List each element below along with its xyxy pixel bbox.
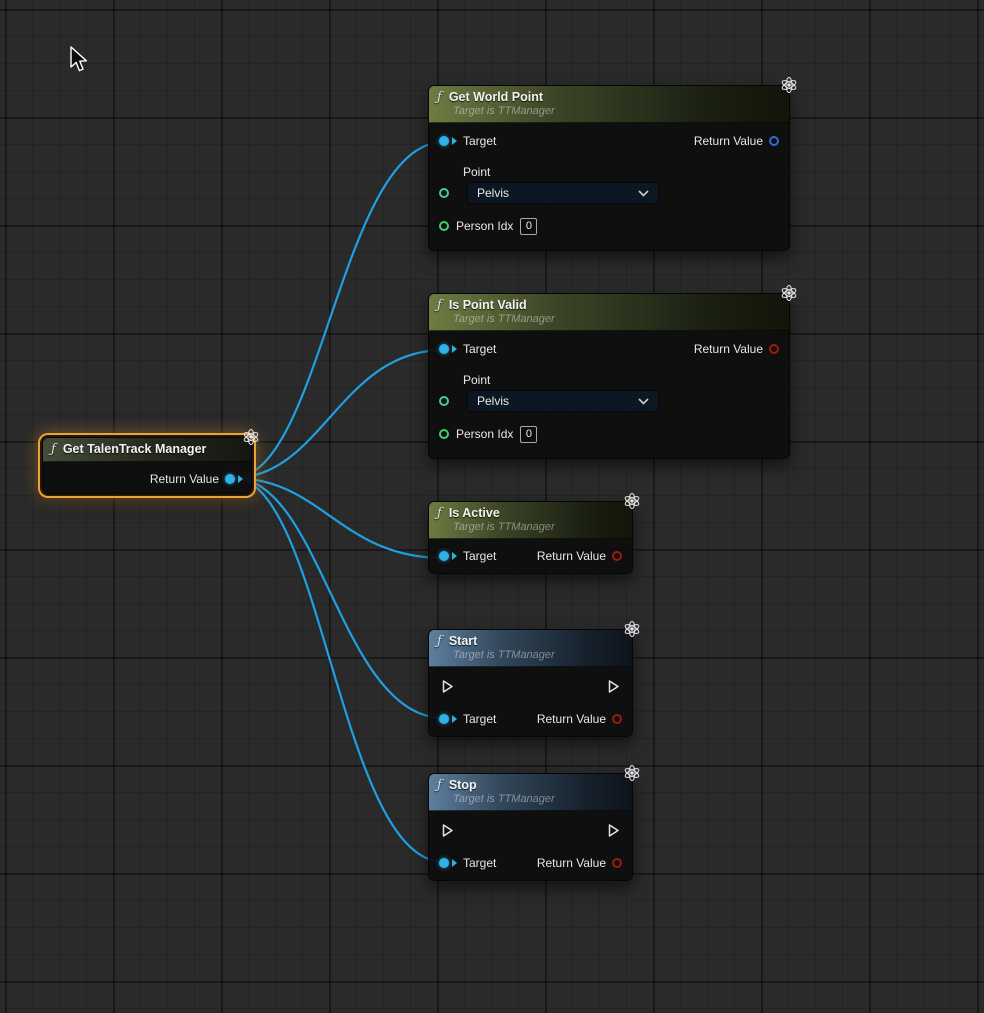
target-label: Target — [463, 856, 496, 870]
atom-icon — [623, 764, 641, 782]
node-subtitle: Target is TTManager — [453, 649, 622, 661]
person-idx-pin[interactable] — [439, 429, 449, 439]
node-header[interactable]: ƒ Is Point Valid Target is TTManager — [429, 294, 789, 331]
return-value-label: Return Value — [537, 856, 606, 870]
return-value-pin[interactable] — [225, 474, 235, 484]
node-title: Is Active — [449, 506, 500, 520]
wire-to-get-world-point[interactable] — [233, 142, 444, 478]
point-pin[interactable] — [439, 188, 449, 198]
target-pin[interactable] — [439, 344, 449, 354]
node-title: Get World Point — [449, 90, 543, 104]
node-subtitle: Target is TTManager — [453, 521, 622, 533]
node-is-point-valid[interactable]: ƒ Is Point Valid Target is TTManager Tar… — [428, 293, 790, 459]
atom-icon — [242, 428, 260, 446]
atom-icon — [623, 492, 641, 510]
target-pin[interactable] — [439, 858, 449, 868]
point-label: Point — [463, 373, 789, 387]
pin-wedge-icon — [452, 715, 457, 723]
return-value-pin[interactable] — [769, 136, 779, 146]
person-idx-label: Person Idx — [456, 427, 513, 441]
pin-wedge-icon — [452, 345, 457, 353]
chevron-down-icon — [638, 190, 649, 197]
person-idx-pin[interactable] — [439, 221, 449, 231]
pin-wedge-icon — [452, 859, 457, 867]
point-dropdown[interactable]: Pelvis — [467, 390, 659, 412]
mouse-cursor — [68, 45, 90, 75]
target-label: Target — [463, 712, 496, 726]
wire-to-stop[interactable] — [233, 478, 444, 862]
node-header[interactable]: ƒ Get TalenTrack Manager — [43, 438, 251, 462]
pin-wedge-icon — [452, 137, 457, 145]
function-icon: ƒ — [437, 507, 442, 520]
node-title: Get TalenTrack Manager — [63, 442, 207, 456]
wire-to-start[interactable] — [233, 478, 444, 718]
node-stop[interactable]: ƒ Stop Target is TTManager Target Return… — [428, 773, 633, 881]
node-title: Is Point Valid — [449, 298, 527, 312]
exec-in-pin[interactable] — [441, 679, 454, 694]
atom-icon — [780, 76, 798, 94]
pin-wedge-icon — [452, 552, 457, 560]
node-title: Stop — [449, 778, 477, 792]
person-idx-input[interactable]: 0 — [520, 218, 537, 235]
node-title: Start — [449, 634, 477, 648]
node-get-world-point[interactable]: ƒ Get World Point Target is TTManager Ta… — [428, 85, 790, 251]
return-value-label: Return Value — [150, 472, 219, 486]
exec-in-pin[interactable] — [441, 823, 454, 838]
node-header[interactable]: ƒ Is Active Target is TTManager — [429, 502, 632, 539]
target-pin[interactable] — [439, 136, 449, 146]
node-header[interactable]: ƒ Stop Target is TTManager — [429, 774, 632, 811]
return-value-label: Return Value — [694, 134, 763, 148]
node-get-talentrack-manager[interactable]: ƒ Get TalenTrack Manager Return Value — [42, 437, 252, 494]
pin-wedge-icon — [238, 475, 243, 483]
atom-icon — [623, 620, 641, 638]
node-header[interactable]: ƒ Start Target is TTManager — [429, 630, 632, 667]
target-label: Target — [463, 549, 496, 563]
person-idx-input[interactable]: 0 — [520, 426, 537, 443]
return-value-label: Return Value — [694, 342, 763, 356]
node-subtitle: Target is TTManager — [453, 313, 779, 325]
point-label: Point — [463, 165, 789, 179]
target-pin[interactable] — [439, 551, 449, 561]
node-is-active[interactable]: ƒ Is Active Target is TTManager Target R… — [428, 501, 633, 574]
exec-out-pin[interactable] — [607, 823, 620, 838]
target-label: Target — [463, 134, 496, 148]
person-idx-label: Person Idx — [456, 219, 513, 233]
function-icon: ƒ — [51, 443, 56, 456]
function-icon: ƒ — [437, 299, 442, 312]
return-value-pin[interactable] — [769, 344, 779, 354]
point-pin[interactable] — [439, 396, 449, 406]
return-value-pin[interactable] — [612, 714, 622, 724]
return-value-pin[interactable] — [612, 551, 622, 561]
wire-to-is-point-valid[interactable] — [233, 350, 444, 478]
point-dropdown-value: Pelvis — [477, 394, 509, 408]
chevron-down-icon — [638, 398, 649, 405]
node-header[interactable]: ƒ Get World Point Target is TTManager — [429, 86, 789, 123]
function-icon: ƒ — [437, 779, 442, 792]
point-dropdown[interactable]: Pelvis — [467, 182, 659, 204]
function-icon: ƒ — [437, 91, 442, 104]
return-value-pin[interactable] — [612, 858, 622, 868]
target-label: Target — [463, 342, 496, 356]
node-subtitle: Target is TTManager — [453, 105, 779, 117]
return-value-label: Return Value — [537, 549, 606, 563]
node-start[interactable]: ƒ Start Target is TTManager Target Retur… — [428, 629, 633, 737]
point-dropdown-value: Pelvis — [477, 186, 509, 200]
return-value-label: Return Value — [537, 712, 606, 726]
function-icon: ƒ — [437, 635, 442, 648]
exec-out-pin[interactable] — [607, 679, 620, 694]
atom-icon — [780, 284, 798, 302]
target-pin[interactable] — [439, 714, 449, 724]
node-subtitle: Target is TTManager — [453, 793, 622, 805]
